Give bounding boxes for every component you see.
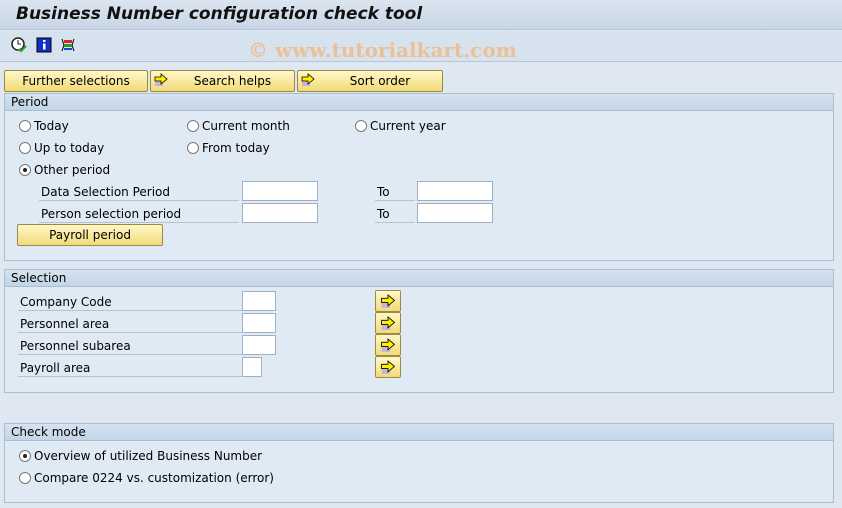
arrow-right-icon (381, 360, 396, 374)
sort-order-button[interactable]: Sort order (297, 70, 443, 92)
payroll-period-button[interactable]: Payroll period (17, 224, 163, 246)
payroll-area-label: Payroll area (18, 359, 242, 377)
company-code-label: Company Code (18, 293, 242, 311)
arrow-right-icon (301, 73, 315, 86)
radio-overview[interactable]: Overview of utilized Business Number (19, 449, 262, 463)
group-header: Period (5, 94, 833, 111)
multiple-selection-button[interactable] (375, 334, 401, 356)
personnel-subarea-input[interactable] (242, 335, 276, 355)
to-label: To (375, 205, 415, 223)
multiple-selection-button[interactable] (375, 356, 401, 378)
further-selections-button[interactable]: Further selections (4, 70, 148, 92)
personnel-area-input[interactable] (242, 313, 276, 333)
title-bar: Business Number configuration check tool (0, 0, 842, 30)
group-header: Selection (5, 270, 833, 287)
radio-compare[interactable]: Compare 0224 vs. customization (error) (19, 471, 274, 485)
execute-clock-icon[interactable] (11, 37, 27, 53)
period-group: Period Today Current month Current year … (4, 93, 834, 261)
info-icon[interactable] (36, 37, 52, 53)
personnel-subarea-label: Personnel subarea (18, 337, 242, 355)
radio-from-today[interactable]: From today (187, 141, 270, 155)
watermark: © www.tutorialkart.com (248, 38, 517, 62)
check-mode-group: Check mode Overview of utilized Business… (4, 423, 834, 503)
person-selection-period-label: Person selection period (39, 205, 239, 223)
data-selection-from-input[interactable] (242, 181, 318, 201)
radio-current-year[interactable]: Current year (355, 119, 446, 133)
group-header: Check mode (5, 424, 833, 441)
company-code-input[interactable] (242, 291, 276, 311)
arrow-right-icon (381, 294, 396, 308)
person-selection-to-input[interactable] (417, 203, 493, 223)
arrow-right-icon (381, 338, 396, 352)
arrow-right-icon (381, 316, 396, 330)
arrow-right-icon (154, 73, 168, 86)
multiple-selection-button[interactable] (375, 290, 401, 312)
radio-current-month[interactable]: Current month (187, 119, 290, 133)
data-selection-to-input[interactable] (417, 181, 493, 201)
radio-other-period[interactable]: Other period (19, 163, 110, 177)
data-selection-period-label: Data Selection Period (39, 183, 239, 201)
selection-options-icon[interactable] (60, 37, 76, 53)
page-title: Business Number configuration check tool (16, 4, 423, 24)
radio-today[interactable]: Today (19, 119, 69, 133)
radio-up-to-today[interactable]: Up to today (19, 141, 104, 155)
selection-group: Selection Company Code Personnel area Pe… (4, 269, 834, 393)
search-helps-button[interactable]: Search helps (150, 70, 295, 92)
payroll-area-input[interactable] (242, 357, 262, 377)
personnel-area-label: Personnel area (18, 315, 242, 333)
to-label: To (375, 183, 415, 201)
multiple-selection-button[interactable] (375, 312, 401, 334)
person-selection-from-input[interactable] (242, 203, 318, 223)
